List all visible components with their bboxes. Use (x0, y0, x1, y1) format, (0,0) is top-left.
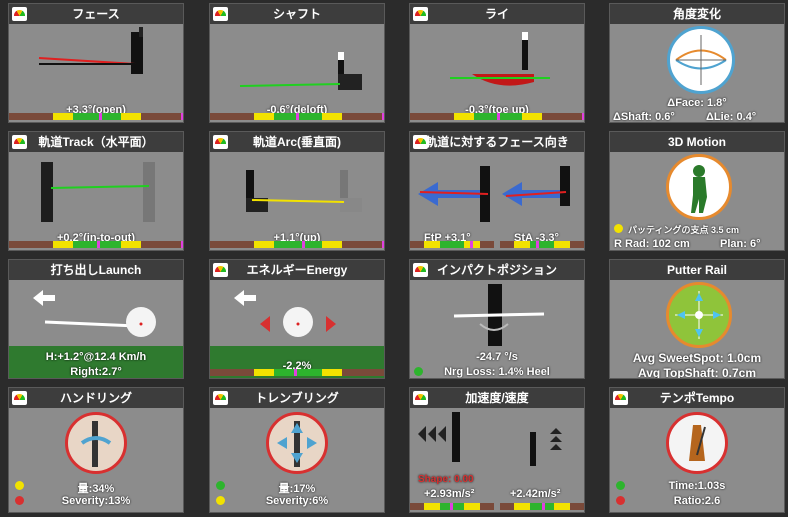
launch-h-value: H:+1.2°@12.4 Km/h (45, 351, 147, 363)
impact-graphic (453, 284, 545, 346)
arc-title: 軌道Arc(垂直面) (210, 132, 384, 152)
face-graphic (38, 27, 143, 74)
track-gauge-bar (9, 241, 183, 248)
delta-shaft: ΔShaft: 0.6° (613, 111, 675, 123)
shaft-tile[interactable]: シャフト -0.6°(deloft) (209, 3, 385, 123)
arc-tile[interactable]: 軌道Arc(垂直面) +1.1°(up) (209, 131, 385, 251)
handling-tile[interactable]: ハンドリング 量:34% Severity:13% (8, 387, 184, 513)
face-to-path-tile[interactable]: 軌道に対するフェース向き FtP +3.1° StA -3.3° (409, 131, 585, 251)
plan-value: Plan: 6° (720, 238, 761, 250)
energy-tile[interactable]: エネルギーEnergy -2.2% (209, 259, 385, 379)
accel-right-bar (500, 503, 584, 510)
target-rail-icon (666, 282, 732, 348)
shaft-gauge-bar (210, 113, 384, 120)
fulcrum-text: パッティングの支点 3.5 cm (628, 225, 739, 235)
energy-title: エネルギーEnergy (210, 260, 384, 280)
metronome-icon (666, 412, 728, 474)
putter-rail-tile[interactable]: Putter Rail Avg SweetSpot: 1.0cm Avg Top… (609, 259, 785, 379)
tremble-title: トレンブリング (210, 388, 384, 408)
motion3d-title: 3D Motion (610, 132, 784, 152)
avg-topshaft: Avg TopShaft: 0.7cm (637, 366, 756, 379)
launch-right-value: Right:2.7° (70, 366, 122, 378)
accel-left-bar (410, 503, 494, 510)
ftp-gauge-bar (410, 241, 494, 248)
tempo-ratio: Ratio:2.6 (673, 495, 721, 507)
accel-graphic (418, 412, 562, 466)
gauge-logo-icon (213, 135, 228, 149)
launch-graphic (9, 290, 183, 378)
gauge-logo-icon (213, 7, 228, 21)
handling-severity: Severity:13% (61, 495, 131, 507)
hands-tremble-icon (266, 412, 328, 474)
putter-rail-title: Putter Rail (610, 260, 784, 280)
angle-change-title: 角度変化 (610, 4, 784, 24)
shape-value: Shape: 0.00 (418, 474, 474, 485)
shaft-graphic (239, 52, 362, 90)
track-tile[interactable]: 軌道Track（水平面） +0.2°(in-to-out) (8, 131, 184, 251)
face-title: フェース (9, 4, 183, 24)
impact-rate: -24.7 °/s (476, 351, 518, 363)
tempo-tile[interactable]: テンポTempo Time:1.03s Ratio:2.6 (609, 387, 785, 513)
impact-nrg: Nrg Loss: 1.4% Heel (444, 366, 550, 378)
accel-tile[interactable]: 加速度/速度 Shape: 0.00 +2.93m/s² +2.42m/s² (409, 387, 585, 513)
angle-change-tile[interactable]: 角度変化 ΔFace: 1.8° ΔShaft: 0.6° ΔLie: 0.4° (609, 3, 785, 123)
delta-face: ΔFace: 1.8° (667, 97, 727, 109)
accel-left-value: +2.93m/s² (424, 488, 475, 500)
face-to-path-title: 軌道に対するフェース向き (410, 132, 584, 152)
tempo-time: Time:1.03s (668, 480, 726, 492)
rrad-value: R Rad: 102 cm (614, 238, 690, 250)
gauge-logo-icon (12, 391, 27, 405)
gauge-logo-icon (213, 263, 228, 277)
face-to-path-graphic (418, 166, 570, 222)
impact-title: インパクトポジション (410, 260, 584, 280)
lie-gauge-bar (410, 113, 584, 120)
lie-title: ライ (410, 4, 584, 24)
gauge-logo-icon (613, 391, 628, 405)
tempo-title: テンポTempo (610, 388, 784, 408)
lie-tile[interactable]: ライ -0.3°(toe up) (409, 3, 585, 123)
tremble-severity: Severity:6% (265, 495, 329, 507)
gauge-logo-icon (12, 7, 27, 21)
gauge-logo-icon (12, 135, 27, 149)
launch-title: 打ち出しLaunch (9, 260, 183, 280)
fulcrum-indicator-icon (614, 224, 623, 233)
accel-title: 加速度/速度 (410, 388, 584, 408)
gauge-logo-icon (213, 391, 228, 405)
launch-tile[interactable]: 打ち出しLaunch H:+1.2°@12.4 Km/h Right:2.7° (8, 259, 184, 379)
arc-graphic (246, 170, 362, 212)
track-title: 軌道Track（水平面） (9, 132, 183, 152)
accel-right-value: +2.42m/s² (510, 488, 561, 500)
face-gauge-bar (9, 113, 183, 120)
lie-graphic (450, 32, 550, 86)
handling-title: ハンドリング (9, 388, 183, 408)
delta-lie: ΔLie: 0.4° (706, 111, 757, 123)
sta-gauge-bar (500, 241, 584, 248)
avg-sweetspot: Avg SweetSpot: 1.0cm (632, 351, 762, 365)
arc-gauge-bar (210, 241, 384, 248)
shaft-title: シャフト (210, 4, 384, 24)
gauge-logo-icon (413, 391, 428, 405)
tremble-tile[interactable]: トレンブリング 量:17% Severity:6% (209, 387, 385, 513)
gauge-logo-icon (413, 7, 428, 21)
motion3d-tile[interactable]: 3D Motion パッティングの支点 3.5 cm R Rad: 102 cm… (609, 131, 785, 251)
face-tile[interactable]: フェース +3.3°(open) (8, 3, 184, 123)
track-graphic (41, 162, 155, 222)
golfer-icon (666, 154, 732, 220)
gauge-logo-icon (413, 263, 428, 277)
energy-gauge-bar (210, 369, 384, 376)
gauge-logo-icon (413, 135, 428, 149)
angle-change-plot-icon (667, 26, 735, 94)
impact-tile[interactable]: インパクトポジション -24.7 °/s Nrg Loss: 1.4% Heel (409, 259, 585, 379)
tremble-amount: 量:17% (278, 483, 316, 495)
handling-amount: 量:34% (77, 483, 115, 495)
hands-grip-icon (65, 412, 127, 474)
